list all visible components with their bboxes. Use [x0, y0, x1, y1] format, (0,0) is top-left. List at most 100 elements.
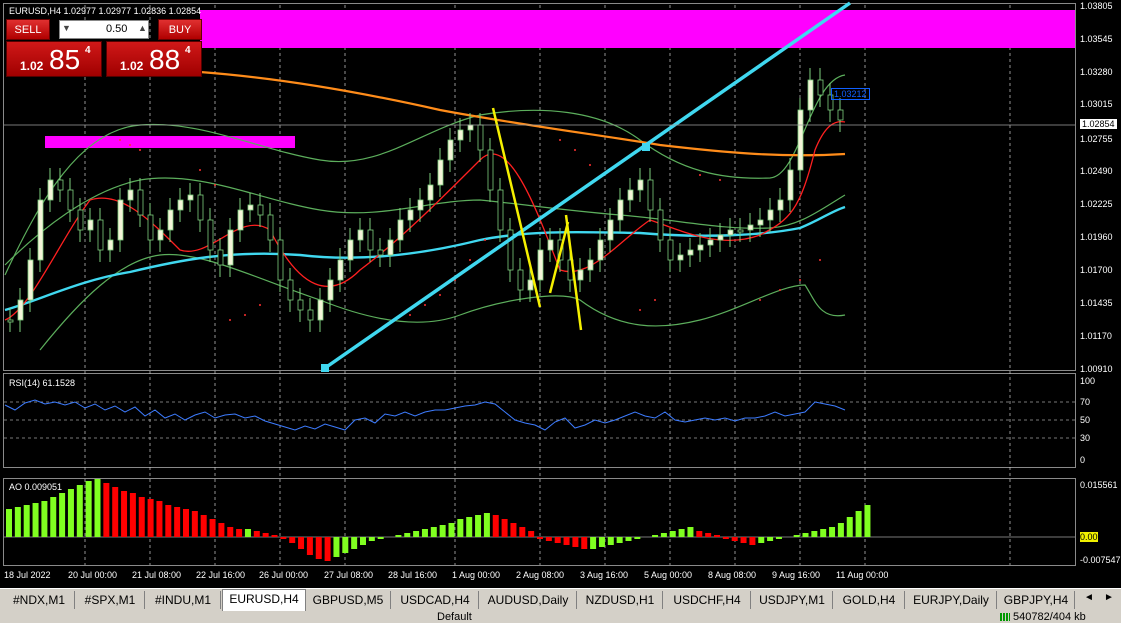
- ao-bar: [448, 523, 455, 537]
- ao-bar: [138, 497, 145, 537]
- candle-body: [587, 259, 594, 271]
- ao-bar: [183, 509, 189, 537]
- tab-eurusd-h4[interactable]: EURUSD,H4: [222, 589, 306, 611]
- upper-band: [4, 74, 846, 276]
- ao-bar: [76, 485, 83, 537]
- ao-bar: [457, 519, 464, 537]
- candle-body: [447, 139, 454, 161]
- connection-icon: [1000, 613, 1010, 621]
- candle-body: [367, 229, 374, 251]
- tab-nzdusd-h1[interactable]: NZDUSD,H1: [578, 591, 663, 609]
- candle-body: [637, 179, 644, 191]
- candle-body: [767, 209, 774, 221]
- price-tick: 1.01435: [1080, 298, 1113, 308]
- tab-gold-h4[interactable]: GOLD,H4: [834, 591, 905, 609]
- tab-eurjpy-daily[interactable]: EURJPY,Daily: [906, 591, 997, 609]
- candle-body: [527, 279, 534, 291]
- ao-bar: [554, 537, 561, 543]
- time-tick: 2 Aug 08:00: [516, 570, 565, 580]
- chart-tabs[interactable]: #NDX,M1 #SPX,M1 #INDU,M1 EURUSD,H4 GBPUS…: [0, 588, 1121, 611]
- ao-bar: [209, 519, 216, 537]
- tab-audusd-daily[interactable]: AUDUSD,Daily: [480, 591, 577, 609]
- lower-band: [39, 253, 846, 351]
- ao-bar: [112, 487, 119, 537]
- sell-button[interactable]: SELL: [6, 19, 50, 40]
- ao-bar: [50, 497, 57, 537]
- candle-body: [117, 199, 124, 241]
- ao-bar: [298, 537, 305, 549]
- ao-bar: [32, 503, 39, 537]
- lot-decrease-icon[interactable]: ▼: [62, 23, 71, 33]
- tab-spx-m1[interactable]: #SPX,M1: [76, 591, 145, 609]
- price-tick: 1.02490: [1080, 166, 1113, 176]
- buy-button[interactable]: BUY: [158, 19, 202, 40]
- candle-body: [197, 194, 204, 221]
- ao-bar: [483, 513, 490, 537]
- traffic-info: 540782/404 kb: [1013, 611, 1086, 623]
- tab-usdjpy-m1[interactable]: USDJPY,M1: [752, 591, 833, 609]
- candle-body: [647, 179, 654, 211]
- ao-bar: [103, 483, 110, 537]
- tab-indu-m1[interactable]: #INDU,M1: [146, 591, 221, 609]
- one-click-trading-panel[interactable]: SELL ▼ 0.50 ▲ BUY 1.02 85 4 1.02 88 4: [6, 19, 202, 77]
- ao-bar: [749, 537, 756, 545]
- ao-bar: [174, 507, 181, 537]
- trend-line: [324, 1, 851, 370]
- ao-bar: [519, 527, 526, 537]
- candle-body: [577, 269, 584, 281]
- ao-bar: [740, 537, 747, 543]
- lot-increase-icon[interactable]: ▲: [138, 23, 147, 33]
- ao-bar: [775, 537, 782, 539]
- candle-body: [407, 209, 414, 221]
- tab-gbpusd-m5[interactable]: GBPUSD,M5: [306, 591, 391, 609]
- lot-size-field[interactable]: ▼ 0.50 ▲: [59, 20, 149, 39]
- tabs-scroll-right-icon[interactable]: ►: [1104, 592, 1114, 603]
- ao-bar: [14, 507, 21, 537]
- price-tick: 1.02225: [1080, 199, 1113, 209]
- tabs-scroll-left-icon[interactable]: ◄: [1084, 592, 1094, 603]
- ao-bar: [714, 535, 720, 537]
- ao-bar: [492, 515, 499, 537]
- tab-usdchf-h4[interactable]: USDCHF,H4: [664, 591, 751, 609]
- time-tick: 28 Jul 16:00: [388, 570, 438, 580]
- ao-bar: [829, 527, 836, 537]
- candle-body: [697, 244, 704, 251]
- chart-window[interactable]: EURUSD,H4 1.02977 1.02977 1.02836 1.0285…: [0, 0, 1121, 588]
- ao-bar: [510, 523, 517, 537]
- ao-bar: [315, 537, 322, 559]
- ao-histogram: [6, 479, 871, 561]
- price-tick: 1.02755: [1080, 134, 1113, 144]
- rsi-line: [4, 399, 846, 431]
- ao-bar: [377, 537, 384, 539]
- sell-price-box[interactable]: 1.02 85 4: [6, 41, 102, 77]
- ao-bar: [767, 537, 774, 541]
- time-tick: 21 Jul 08:00: [132, 570, 182, 580]
- candle-body: [77, 209, 84, 231]
- tab-gbpjpy-h4[interactable]: GBPJPY,H4: [998, 591, 1075, 609]
- lot-value[interactable]: 0.50: [106, 23, 127, 35]
- candle-body: [537, 249, 544, 281]
- ao-bar: [156, 501, 163, 537]
- candle-body: [517, 269, 524, 291]
- ao-bar: [67, 489, 74, 537]
- buy-price-box[interactable]: 1.02 88 4: [106, 41, 202, 77]
- candle-body: [157, 229, 164, 241]
- candle-body: [757, 219, 764, 226]
- ao-bar: [563, 537, 570, 545]
- candle-body: [167, 209, 174, 231]
- tab-ndx-m1[interactable]: #NDX,M1: [4, 591, 75, 609]
- tab-usdcad-h4[interactable]: USDCAD,H4: [392, 591, 479, 609]
- candle-body: [397, 219, 404, 241]
- candle-body: [247, 204, 254, 211]
- time-tick: 18 Jul 2022: [4, 570, 51, 580]
- candle-body: [127, 189, 134, 201]
- pending-order-label[interactable]: 1.03212: [831, 88, 870, 100]
- candle-body: [817, 79, 824, 96]
- sma-line: [199, 70, 846, 157]
- candle-body: [627, 189, 634, 201]
- ao-level: -0.007547: [1080, 555, 1121, 565]
- candle-body: [327, 279, 334, 301]
- ao-bar: [262, 533, 269, 537]
- ao-bar: [678, 529, 685, 537]
- price-tick: 1.00910: [1080, 364, 1113, 374]
